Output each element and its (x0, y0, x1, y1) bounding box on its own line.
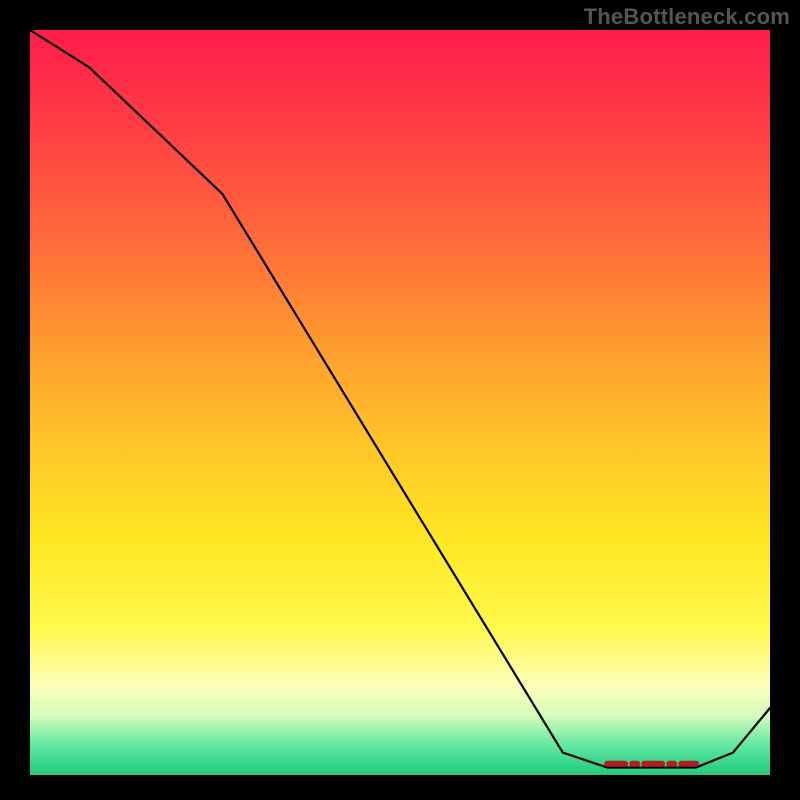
chart-svg (30, 30, 770, 775)
curve-line (30, 30, 770, 768)
chart-frame: TheBottleneck.com (0, 0, 800, 800)
plot-area (30, 30, 770, 775)
watermark-text: TheBottleneck.com (584, 4, 790, 30)
